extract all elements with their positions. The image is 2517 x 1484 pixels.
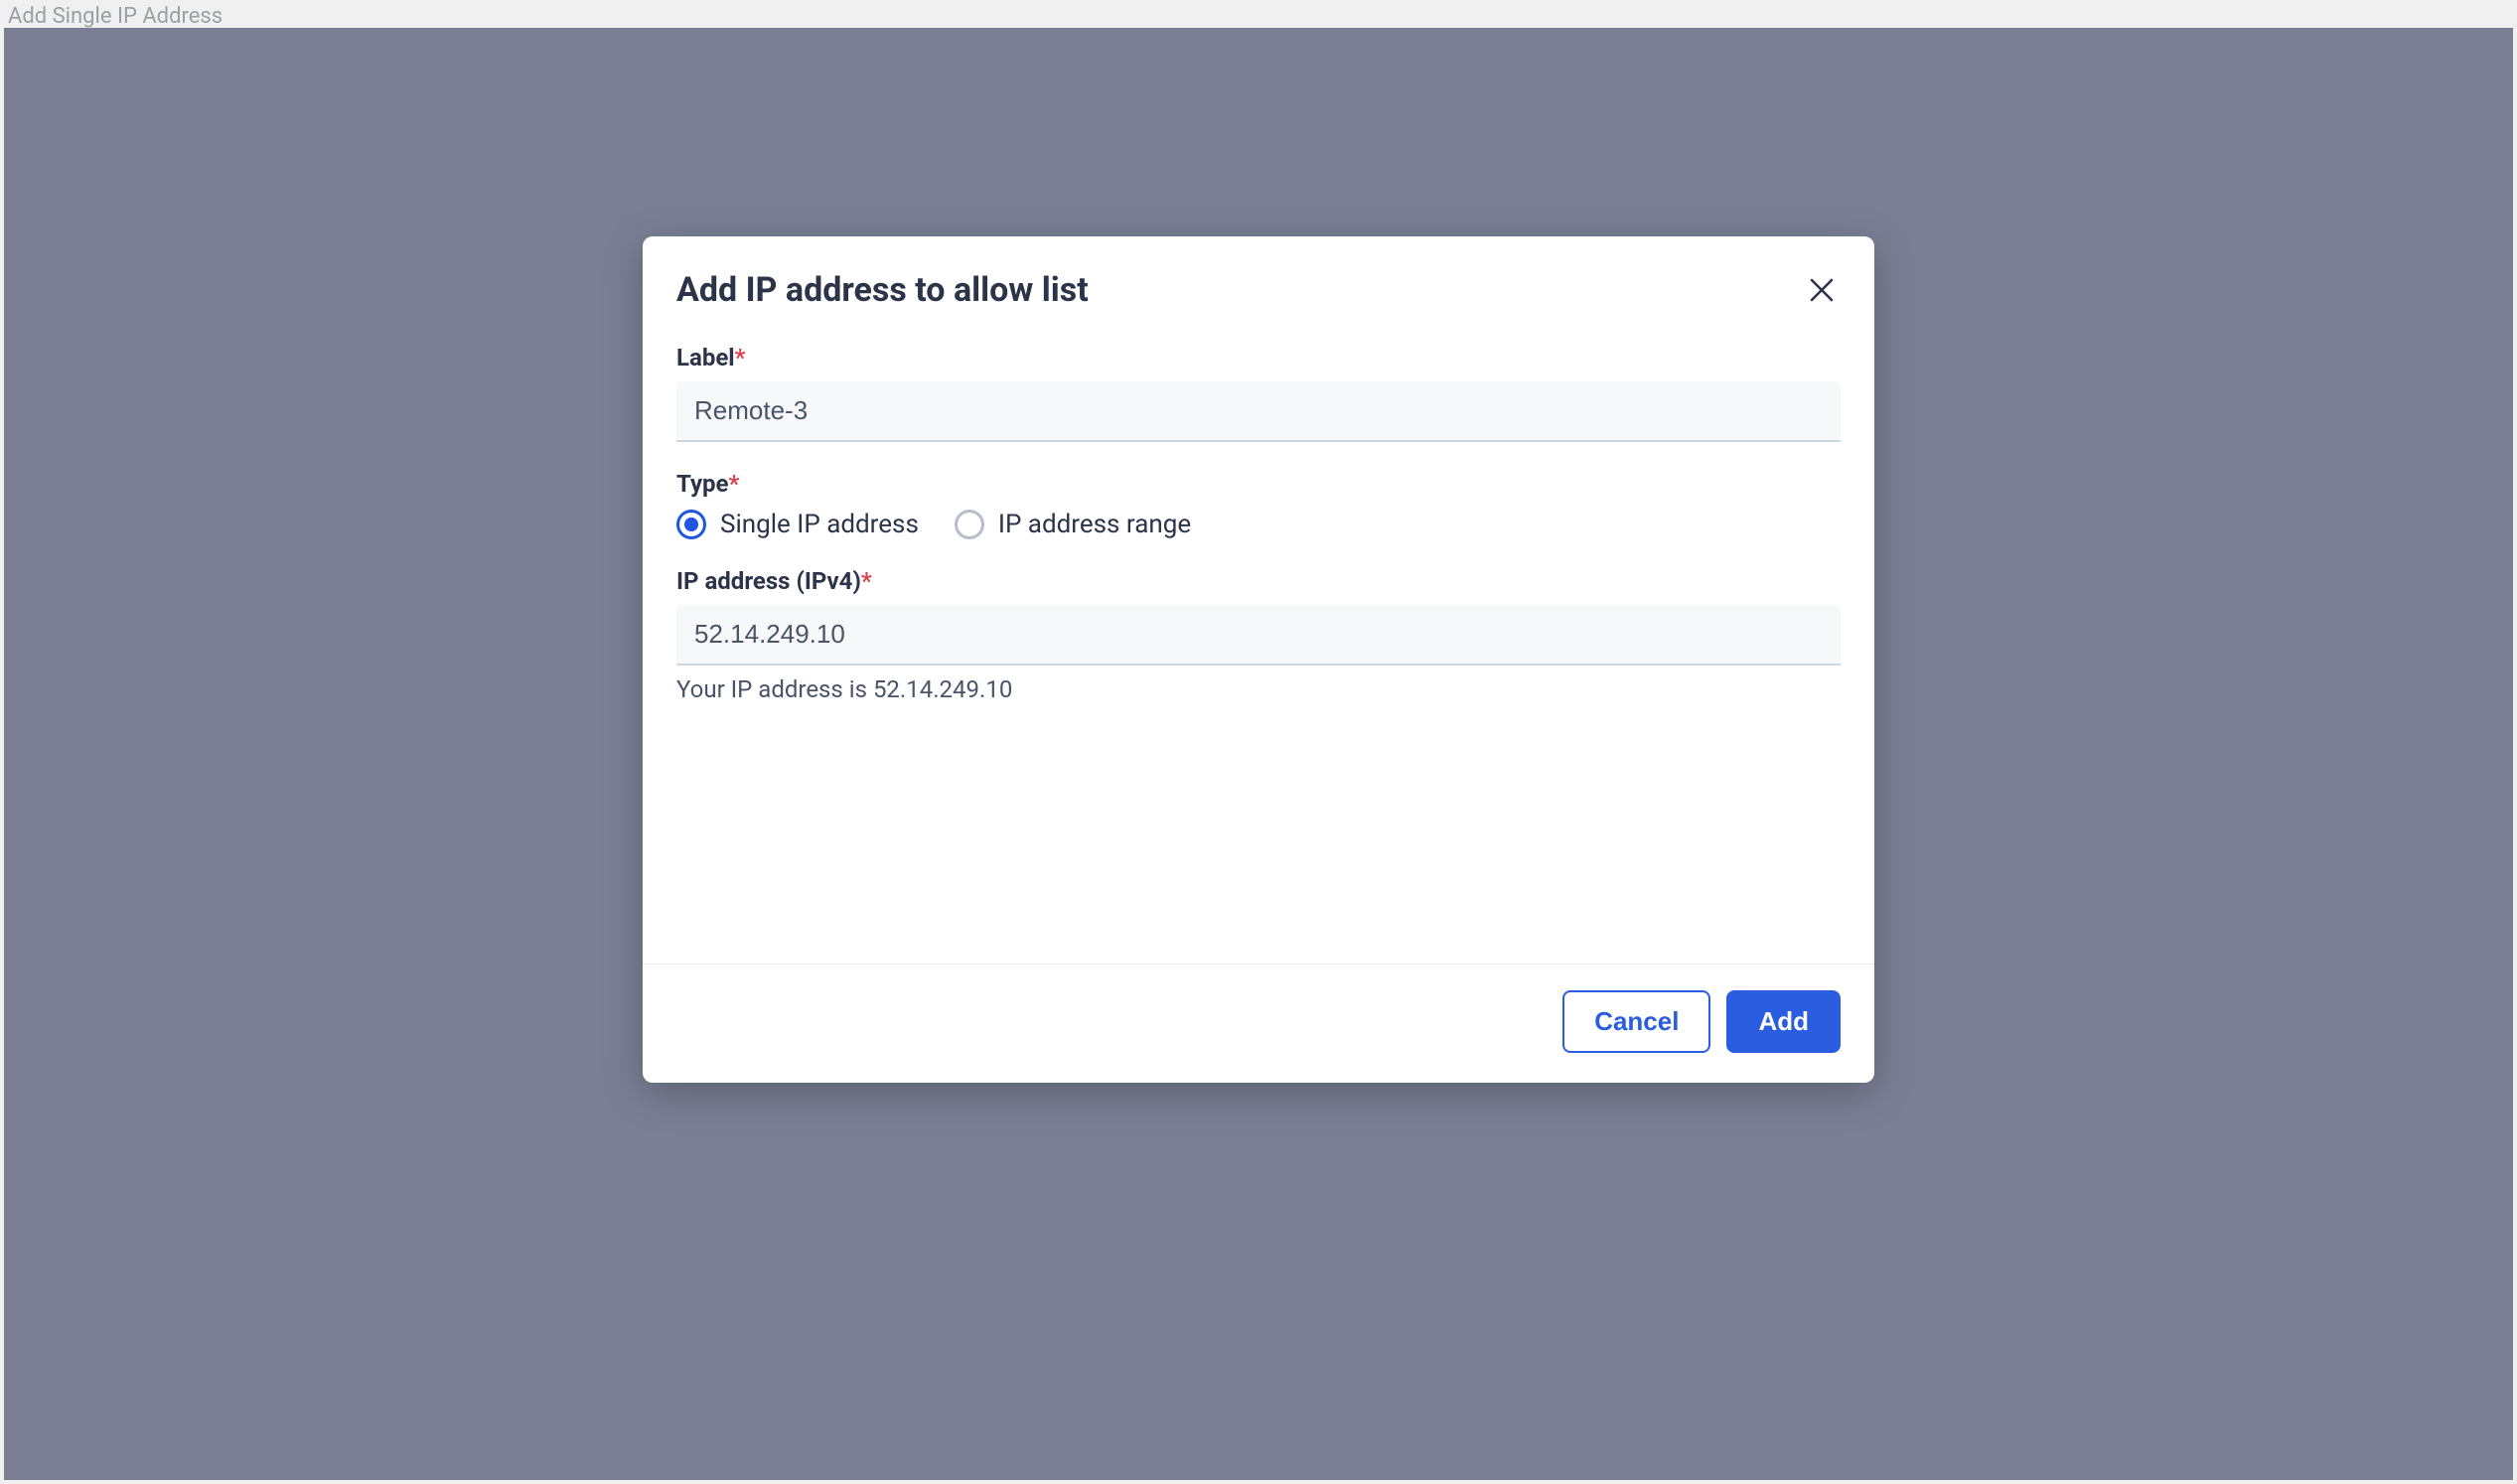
page-header-text: Add Single IP Address [8,4,222,29]
radio-single-label: Single IP address [720,510,919,539]
modal-header: Add IP address to allow list [643,236,1874,328]
required-asterisk: * [735,344,746,371]
required-asterisk: * [729,470,740,498]
cancel-button[interactable]: Cancel [1562,990,1710,1053]
close-icon [1807,293,1837,308]
required-asterisk: * [861,567,872,595]
ip-field-label: IP address (IPv4)* [676,567,1841,595]
ip-field-label-text: IP address (IPv4) [676,567,861,595]
add-button[interactable]: Add [1726,990,1841,1053]
type-field-label: Type* [676,470,1841,498]
close-button[interactable] [1803,271,1841,309]
type-radio-row: Single IP address IP address range [676,510,1841,539]
radio-range-label: IP address range [998,510,1191,539]
modal-footer: Cancel Add [643,964,1874,1083]
type-field-label-text: Type [676,470,729,498]
radio-single-ip[interactable]: Single IP address [676,510,919,539]
label-field-label-text: Label [676,344,735,371]
modal-body: Label* Type* Single IP address IP addres… [643,328,1874,964]
radio-icon [676,510,706,539]
add-ip-modal: Add IP address to allow list Label* [643,236,1874,1083]
label-input[interactable] [676,381,1841,442]
ip-input[interactable] [676,605,1841,666]
label-field-group: Label* [676,344,1841,442]
ip-field-group: IP address (IPv4)* Your IP address is 52… [676,567,1841,703]
label-field-label: Label* [676,344,1841,371]
ip-helper-text: Your IP address is 52.14.249.10 [676,675,1841,703]
modal-title: Add IP address to allow list [676,270,1089,310]
type-field-group: Type* Single IP address IP address range [676,470,1841,539]
radio-icon [955,510,984,539]
radio-ip-range[interactable]: IP address range [955,510,1191,539]
modal-backdrop: Add IP address to allow list Label* [4,28,2513,1480]
page-header: Add Single IP Address [0,0,2517,28]
